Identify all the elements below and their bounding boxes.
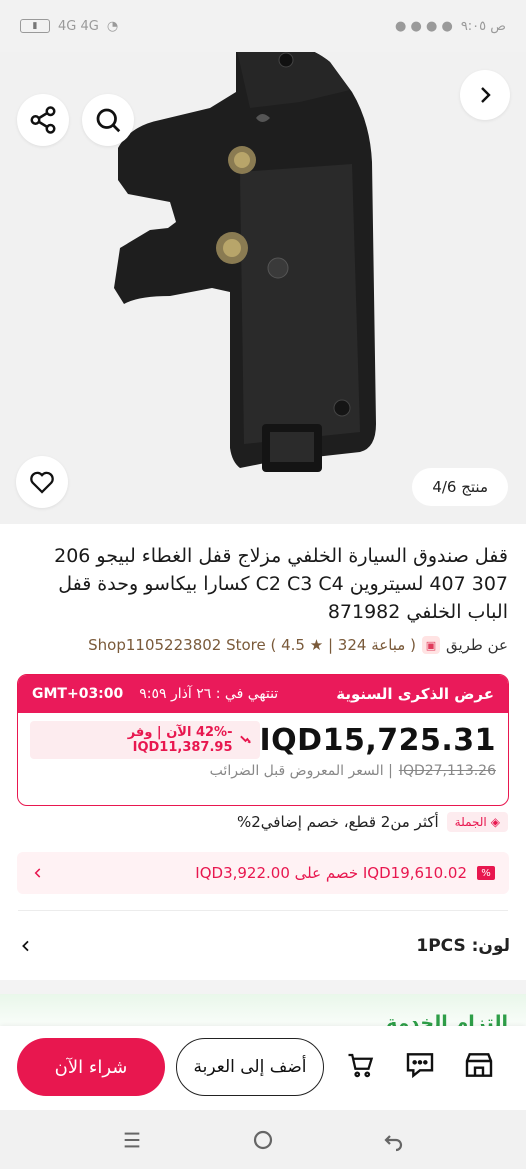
share-button[interactable] xyxy=(17,94,69,146)
store-icon xyxy=(465,1053,493,1077)
heart-icon xyxy=(30,471,54,494)
down-arrow-icon xyxy=(239,735,251,744)
image-counter: منتج 4/6 xyxy=(412,468,508,506)
promo-countdown: تنتهي في : ٢٦ آذار ٩:٥٩ GMT+03:00 xyxy=(32,686,278,702)
add-to-cart-button[interactable]: أضف إلى العربة xyxy=(176,1038,324,1096)
price-row: IQD15,725.31 -42% الآن | وفر IQD11,387.9… xyxy=(18,713,508,759)
coupon-content: % IQD19,610.02 خصم على IQD3,922.00 xyxy=(195,864,495,882)
divider xyxy=(18,910,508,911)
chat-icon xyxy=(406,1053,434,1079)
system-nav-bar xyxy=(0,1110,526,1169)
chevron-left-icon xyxy=(22,940,29,952)
discount-badge: -42% الآن | وفر IQD11,387.95 xyxy=(30,721,260,759)
store-badge-icon: ▣ xyxy=(421,636,440,654)
bulk-discount-row: ◈ الجملة أكثر من2 قطع، خصم إضافي2% xyxy=(237,812,508,832)
status-bar: ▮ 4G 4G ◔ ● ● ● ● ص ٩:٠٥ xyxy=(0,0,526,52)
status-time: ص ٩:٠٥ xyxy=(460,18,506,34)
coupon-icon: % xyxy=(477,866,495,880)
product-title: قفل صندوق السيارة الخلفي مزلاج قفل الغطا… xyxy=(54,545,508,623)
via-label: عن طريق xyxy=(445,636,508,654)
color-selector-row[interactable]: لون: 1PCS xyxy=(18,928,510,964)
home-button[interactable] xyxy=(247,1124,279,1156)
store-line[interactable]: عن طريق ▣ ( مباعة 324 | ★ 4.5 ) Shop1105… xyxy=(16,636,508,654)
cart-icon xyxy=(348,1053,374,1078)
bulk-badge: ◈ الجملة xyxy=(446,812,508,832)
notification-icons: ● ● ● ● xyxy=(395,18,453,34)
bottom-action-bar: شراء الآن أضف إلى العربة xyxy=(0,1026,526,1110)
old-price-note: | السعر المعروض قبل الضرائب xyxy=(209,763,393,779)
coupon-bar[interactable]: % IQD19,610.02 خصم على IQD3,922.00 xyxy=(17,852,509,894)
promo-ends-label: تنتهي في : ٢٦ آذار ٩:٥٩ xyxy=(139,686,279,702)
bulk-badge-label: الجملة xyxy=(454,815,487,829)
status-right: ● ● ● ● ص ٩:٠٥ xyxy=(395,19,506,34)
back-button[interactable] xyxy=(378,1124,410,1156)
coupon-text: IQD19,610.02 خصم على IQD3,922.00 xyxy=(195,864,467,882)
current-price: IQD15,725.31 xyxy=(259,722,496,758)
old-price-row: IQD27,113.26 | السعر المعروض قبل الضرائب xyxy=(18,759,508,779)
share-icon xyxy=(30,106,56,134)
next-image-button[interactable] xyxy=(460,70,510,120)
buy-now-button[interactable]: شراء الآن xyxy=(17,1038,165,1096)
product-image xyxy=(114,52,376,472)
section-separator xyxy=(0,980,526,994)
promo-card: عرض الذكرى السنوية تنتهي في : ٢٦ آذار ٩:… xyxy=(17,674,509,806)
chevron-right-icon xyxy=(481,87,491,103)
signal-text: 4G 4G xyxy=(58,18,99,34)
recents-button[interactable] xyxy=(116,1124,148,1156)
old-price: IQD27,113.26 xyxy=(398,763,496,779)
favorite-button[interactable] xyxy=(16,456,68,508)
search-icon xyxy=(96,108,121,133)
cart-button[interactable] xyxy=(344,1048,378,1082)
promo-header: عرض الذكرى السنوية تنتهي في : ٢٦ آذار ٩:… xyxy=(18,675,508,713)
chevron-left-icon xyxy=(34,868,41,878)
bulk-text: أكثر من2 قطع، خصم إضافي2% xyxy=(236,813,439,831)
color-label: لون: 1PCS xyxy=(416,936,510,956)
status-left: ▮ 4G 4G ◔ xyxy=(20,19,118,34)
chat-button[interactable] xyxy=(403,1048,437,1082)
store-button[interactable] xyxy=(462,1048,496,1082)
promo-timezone: GMT+03:00 xyxy=(32,686,124,702)
discount-text: -42% الآن | وفر IQD11,387.95 xyxy=(127,725,233,755)
battery-icon: ▮ xyxy=(20,19,50,33)
search-button[interactable] xyxy=(82,94,134,146)
home-circle-icon xyxy=(253,1130,273,1150)
tag-icon: ◈ xyxy=(490,815,500,829)
product-image-gallery[interactable]: منتج 4/6 xyxy=(0,52,526,524)
wifi-icon: ◔ xyxy=(106,18,119,34)
promo-title: عرض الذكرى السنوية xyxy=(336,685,494,703)
back-icon xyxy=(384,1135,403,1152)
store-info[interactable]: ( مباعة 324 | ★ 4.5 ) Shop1105223802 Sto… xyxy=(88,636,416,654)
menu-icon xyxy=(124,1132,140,1148)
